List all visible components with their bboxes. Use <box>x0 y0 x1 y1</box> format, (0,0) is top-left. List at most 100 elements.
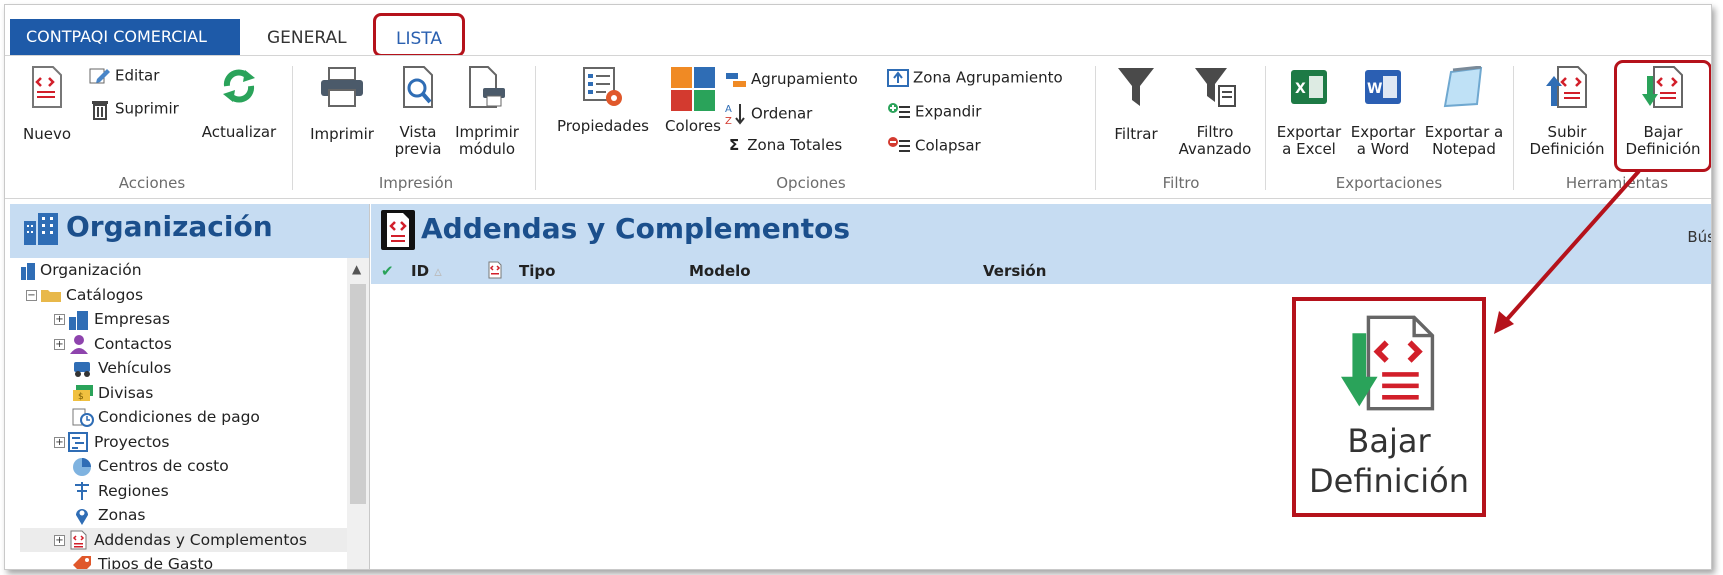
nuevo-button[interactable]: Nuevo <box>19 66 75 143</box>
filtro-avanzado-button[interactable]: Filtro Avanzado <box>1173 66 1257 158</box>
new-document-icon <box>32 66 62 108</box>
refresh-icon <box>223 69 255 103</box>
tree-label: Contactos <box>94 334 172 353</box>
expand-toggle[interactable]: + <box>54 338 65 350</box>
tree-item-centros-costo[interactable]: Centros de costo <box>20 454 369 479</box>
imprimir-label: Imprimir <box>310 125 374 143</box>
grid-header-row: ✔ ID ▵ Tipo Modelo Versión <box>371 258 1711 284</box>
project-icon <box>68 432 88 452</box>
zona-totales-button[interactable]: Σ Zona Totales <box>725 136 842 154</box>
expense-tag-icon <box>73 555 91 569</box>
download-definition-icon <box>1341 315 1435 411</box>
sort-ascending-icon: ▵ <box>434 262 442 280</box>
expandir-label: Expandir <box>915 102 982 121</box>
callout-label-1: Bajar <box>1347 422 1431 460</box>
tree-item-empresas[interactable]: + Empresas <box>20 307 369 332</box>
group-label-impresion: Impresión <box>378 174 454 192</box>
svg-text:Z: Z <box>725 116 732 126</box>
tree-item-tipos-gasto[interactable]: Tipos de Gasto <box>20 552 369 570</box>
word-label-1: Exportar <box>1350 123 1416 141</box>
search-label: Bús <box>1687 228 1711 246</box>
zona-totales-label: Zona Totales <box>747 136 843 154</box>
check-icon[interactable]: ✔ <box>381 262 394 280</box>
editar-label: Editar <box>115 66 160 85</box>
tree-scrollbar[interactable]: ▲ <box>347 258 369 569</box>
collapse-toggle[interactable]: − <box>26 289 37 301</box>
colapsar-button[interactable]: Colapsar <box>887 136 981 156</box>
tree-label: Condiciones de pago <box>98 408 260 426</box>
agrupamiento-button[interactable]: Agrupamiento <box>725 70 858 88</box>
tree-label: Tipos de Gasto <box>98 555 214 570</box>
expand-toggle[interactable]: + <box>54 534 65 546</box>
column-tipo[interactable]: Tipo <box>519 262 555 280</box>
vista-previa-button[interactable]: Vista previa <box>391 66 445 158</box>
tab-lista[interactable]: LISTA <box>373 13 465 57</box>
imprimir-button[interactable]: Imprimir <box>303 66 381 143</box>
contact-icon <box>70 335 88 354</box>
callout-label-2: Definición <box>1309 462 1469 500</box>
ordenar-button[interactable]: A Z Ordenar <box>725 102 813 127</box>
tree-item-contactos[interactable]: + Contactos <box>20 332 369 357</box>
bajar-definicion-highlight <box>1614 60 1711 172</box>
expand-toggle[interactable]: + <box>54 314 65 325</box>
tab-general[interactable]: GENERAL <box>267 19 347 55</box>
editar-button[interactable]: Editar <box>89 66 159 86</box>
expand-toggle[interactable]: + <box>54 436 65 448</box>
svg-text:$: $ <box>78 392 84 402</box>
tab-app-menu[interactable]: CONTPAQI COMERCIAL <box>10 19 240 55</box>
tree-item-divisas[interactable]: $ Divisas <box>20 381 369 406</box>
tree-item-addendas[interactable]: + Addendas y Complementos <box>20 527 369 552</box>
tree-item-zonas[interactable]: Zonas <box>20 503 369 528</box>
expandir-button[interactable]: Expandir <box>887 102 981 122</box>
tree-item-regiones[interactable]: Regiones <box>20 479 369 504</box>
imprimir-modulo-button[interactable]: Imprimir módulo <box>451 66 523 158</box>
group-label-acciones: Acciones <box>118 174 186 192</box>
currency-icon: $ <box>73 385 93 402</box>
print-module-icon <box>469 66 505 108</box>
suprimir-button[interactable]: Suprimir <box>89 98 179 120</box>
filtrar-button[interactable]: Filtrar <box>1105 66 1167 143</box>
ordenar-label: Ordenar <box>751 104 813 123</box>
tree-label: Vehículos <box>98 359 172 377</box>
column-id-label: ID <box>411 262 430 280</box>
advanced-filter-icon <box>1195 68 1236 107</box>
main-title: Addendas y Complementos <box>421 212 851 245</box>
tree-item-organizacion[interactable]: Organización <box>20 258 369 283</box>
scroll-up-icon[interactable]: ▲ <box>352 262 361 276</box>
tree-item-catalogos[interactable]: − Catálogos <box>20 283 369 308</box>
ribbon: Nuevo Editar Suprimir Actualizar Accione… <box>5 55 1711 199</box>
exportar-word-button[interactable]: W Exportar a Word <box>1347 66 1419 158</box>
svg-text:A: A <box>725 104 732 115</box>
upload-definition-icon <box>1546 66 1587 108</box>
actualizar-label: Actualizar <box>201 123 277 141</box>
group-label-herramientas: Herramientas <box>1565 174 1669 192</box>
tree-item-proyectos[interactable]: + Proyectos <box>20 430 369 455</box>
tree-item-condiciones-pago[interactable]: Condiciones de pago <box>20 405 369 430</box>
group-zone-icon <box>887 69 909 87</box>
colores-label: Colores <box>665 117 721 135</box>
expand-icon <box>888 103 910 118</box>
column-version[interactable]: Versión <box>983 262 1046 280</box>
scrollbar-thumb[interactable] <box>350 284 366 504</box>
ribbon-separator <box>292 66 293 190</box>
exportar-notepad-button[interactable]: Exportar a Notepad <box>1421 66 1507 158</box>
subir-definicion-button[interactable]: Subir Definición <box>1525 66 1609 158</box>
actualizar-button[interactable]: Actualizar <box>197 66 281 141</box>
column-id[interactable]: ID ▵ <box>411 262 442 280</box>
addenda-icon <box>70 530 87 550</box>
ribbon-tabs: CONTPAQI COMERCIAL GENERAL LISTA <box>5 13 1711 57</box>
filtro-avanzado-label-1: Filtro <box>1196 123 1234 141</box>
word-label-2: a Word <box>1356 140 1410 158</box>
column-modelo[interactable]: Modelo <box>689 262 751 280</box>
exportar-excel-button[interactable]: X Exportar a Excel <box>1273 66 1345 158</box>
colores-button[interactable]: Colores <box>663 66 723 135</box>
propiedades-button[interactable]: Propiedades <box>545 66 661 135</box>
tree-item-vehiculos[interactable]: Vehículos <box>20 356 369 381</box>
filtro-avanzado-label-2: Avanzado <box>1178 140 1252 158</box>
tree-label: Catálogos <box>66 285 144 304</box>
group-label-exportaciones: Exportaciones <box>1335 174 1443 192</box>
printer-icon <box>321 67 363 107</box>
filtrar-label: Filtrar <box>1114 125 1158 143</box>
zona-agrupamiento-button[interactable]: Zona Agrupamiento <box>887 68 1063 88</box>
region-icon <box>75 482 89 500</box>
